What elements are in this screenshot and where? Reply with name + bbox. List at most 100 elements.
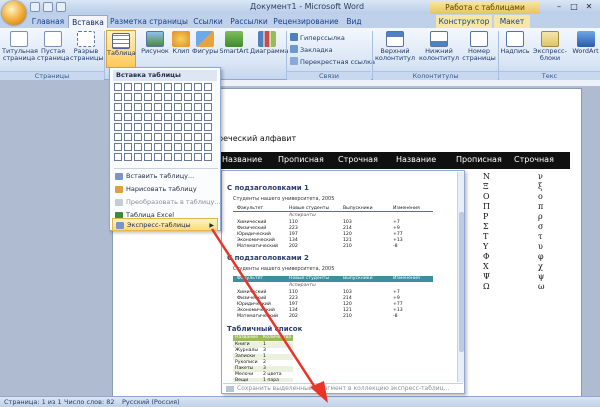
grid-cell[interactable] bbox=[114, 113, 122, 121]
gallery-scrollbar[interactable] bbox=[457, 172, 464, 382]
grid-cell[interactable] bbox=[144, 133, 152, 141]
title-page-button[interactable]: Титульная страница bbox=[2, 31, 38, 62]
grid-cell[interactable] bbox=[184, 83, 192, 91]
grid-cell[interactable] bbox=[114, 153, 122, 161]
grid-cell[interactable] bbox=[174, 153, 182, 161]
page-break-button[interactable]: Разрыв страницы bbox=[70, 31, 104, 62]
grid-cell[interactable] bbox=[164, 123, 172, 131]
grid-cell[interactable] bbox=[124, 143, 132, 151]
blank-page-button[interactable]: Пустая страница bbox=[37, 31, 69, 62]
page-counter[interactable]: Страница: 1 из 1 bbox=[4, 398, 62, 406]
grid-cell[interactable] bbox=[114, 143, 122, 151]
page-number-button[interactable]: Номер страницы bbox=[461, 31, 497, 62]
grid-cell[interactable] bbox=[134, 133, 142, 141]
grid-cell[interactable] bbox=[124, 133, 132, 141]
tab-review[interactable]: Рецензирование bbox=[272, 15, 340, 28]
grid-cell[interactable] bbox=[114, 93, 122, 101]
close-button[interactable]: ✕ bbox=[582, 1, 596, 12]
grid-cell[interactable] bbox=[124, 83, 132, 91]
tab-view[interactable]: Вид bbox=[342, 15, 366, 28]
grid-cell[interactable] bbox=[154, 143, 162, 151]
grid-cell[interactable] bbox=[144, 93, 152, 101]
grid-cell[interactable] bbox=[134, 113, 142, 121]
grid-cell[interactable] bbox=[124, 123, 132, 131]
grid-cell[interactable] bbox=[124, 103, 132, 111]
office-button[interactable] bbox=[2, 1, 26, 25]
grid-cell[interactable] bbox=[164, 93, 172, 101]
grid-cell[interactable] bbox=[174, 103, 182, 111]
menu-item-draw-table[interactable]: Нарисовать таблицу bbox=[112, 183, 218, 196]
grid-cell[interactable] bbox=[134, 123, 142, 131]
grid-cell[interactable] bbox=[164, 153, 172, 161]
grid-cell[interactable] bbox=[194, 103, 202, 111]
redo-icon[interactable] bbox=[56, 2, 66, 12]
maximize-button[interactable]: □ bbox=[567, 1, 581, 12]
tab-references[interactable]: Ссылки bbox=[190, 15, 226, 28]
grid-cell[interactable] bbox=[184, 133, 192, 141]
grid-cell[interactable] bbox=[204, 83, 212, 91]
grid-cell[interactable] bbox=[184, 113, 192, 121]
grid-cell[interactable] bbox=[134, 83, 142, 91]
grid-cell[interactable] bbox=[154, 93, 162, 101]
header-button[interactable]: Верхний колонтитул bbox=[374, 31, 416, 62]
tab-home[interactable]: Главная bbox=[28, 15, 68, 28]
grid-cell[interactable] bbox=[174, 93, 182, 101]
grid-cell[interactable] bbox=[184, 93, 192, 101]
grid-cell[interactable] bbox=[114, 103, 122, 111]
grid-cell[interactable] bbox=[204, 143, 212, 151]
grid-cell[interactable] bbox=[154, 153, 162, 161]
grid-cell[interactable] bbox=[114, 123, 122, 131]
grid-cell[interactable] bbox=[134, 103, 142, 111]
grid-cell[interactable] bbox=[184, 153, 192, 161]
word-count[interactable]: Число слов: 82 bbox=[64, 398, 115, 406]
bookmark-button[interactable]: Закладка bbox=[290, 45, 333, 54]
grid-cell[interactable] bbox=[154, 133, 162, 141]
grid-cell[interactable] bbox=[124, 93, 132, 101]
tab-insert[interactable]: Вставка bbox=[68, 15, 108, 28]
grid-cell[interactable] bbox=[204, 113, 212, 121]
grid-cell[interactable] bbox=[174, 143, 182, 151]
smartart-button[interactable]: SmartArt bbox=[218, 31, 250, 55]
grid-cell[interactable] bbox=[124, 113, 132, 121]
grid-cell[interactable] bbox=[164, 113, 172, 121]
grid-cell[interactable] bbox=[204, 93, 212, 101]
table-size-grid[interactable] bbox=[114, 83, 216, 165]
tab-design[interactable]: Конструктор bbox=[436, 15, 492, 28]
grid-cell[interactable] bbox=[184, 103, 192, 111]
wordart-button[interactable]: WordArt bbox=[571, 31, 600, 55]
grid-cell[interactable] bbox=[204, 123, 212, 131]
grid-cell[interactable] bbox=[194, 83, 202, 91]
grid-cell[interactable] bbox=[154, 123, 162, 131]
hyperlink-button[interactable]: Гиперссылка bbox=[290, 33, 345, 42]
grid-cell[interactable] bbox=[144, 113, 152, 121]
picture-button[interactable]: Рисунок bbox=[140, 31, 170, 55]
grid-cell[interactable] bbox=[194, 133, 202, 141]
grid-cell[interactable] bbox=[174, 133, 182, 141]
clipart-button[interactable]: Клип bbox=[170, 31, 192, 55]
grid-cell[interactable] bbox=[154, 103, 162, 111]
table-button[interactable]: Таблица bbox=[106, 30, 136, 68]
grid-cell[interactable] bbox=[164, 103, 172, 111]
menu-item-convert-to-table[interactable]: Преобразовать в таблицу... bbox=[112, 196, 221, 209]
grid-cell[interactable] bbox=[134, 153, 142, 161]
grid-cell[interactable] bbox=[114, 83, 122, 91]
menu-item-insert-table[interactable]: Вставить таблицу... bbox=[112, 170, 218, 183]
grid-cell[interactable] bbox=[154, 113, 162, 121]
grid-cell[interactable] bbox=[204, 103, 212, 111]
grid-cell[interactable] bbox=[194, 153, 202, 161]
chart-button[interactable]: Диаграмма bbox=[250, 31, 289, 55]
minimize-button[interactable]: – bbox=[552, 1, 566, 12]
grid-cell[interactable] bbox=[134, 143, 142, 151]
grid-cell[interactable] bbox=[204, 153, 212, 161]
grid-cell[interactable] bbox=[144, 143, 152, 151]
grid-cell[interactable] bbox=[194, 143, 202, 151]
grid-cell[interactable] bbox=[144, 153, 152, 161]
grid-cell[interactable] bbox=[194, 113, 202, 121]
grid-cell[interactable] bbox=[184, 123, 192, 131]
textbox-button[interactable]: Надпись bbox=[500, 31, 530, 55]
grid-cell[interactable] bbox=[144, 103, 152, 111]
grid-cell[interactable] bbox=[174, 113, 182, 121]
grid-cell[interactable] bbox=[164, 143, 172, 151]
cross-reference-button[interactable]: Перекрестная ссылка bbox=[290, 57, 375, 66]
grid-cell[interactable] bbox=[164, 83, 172, 91]
